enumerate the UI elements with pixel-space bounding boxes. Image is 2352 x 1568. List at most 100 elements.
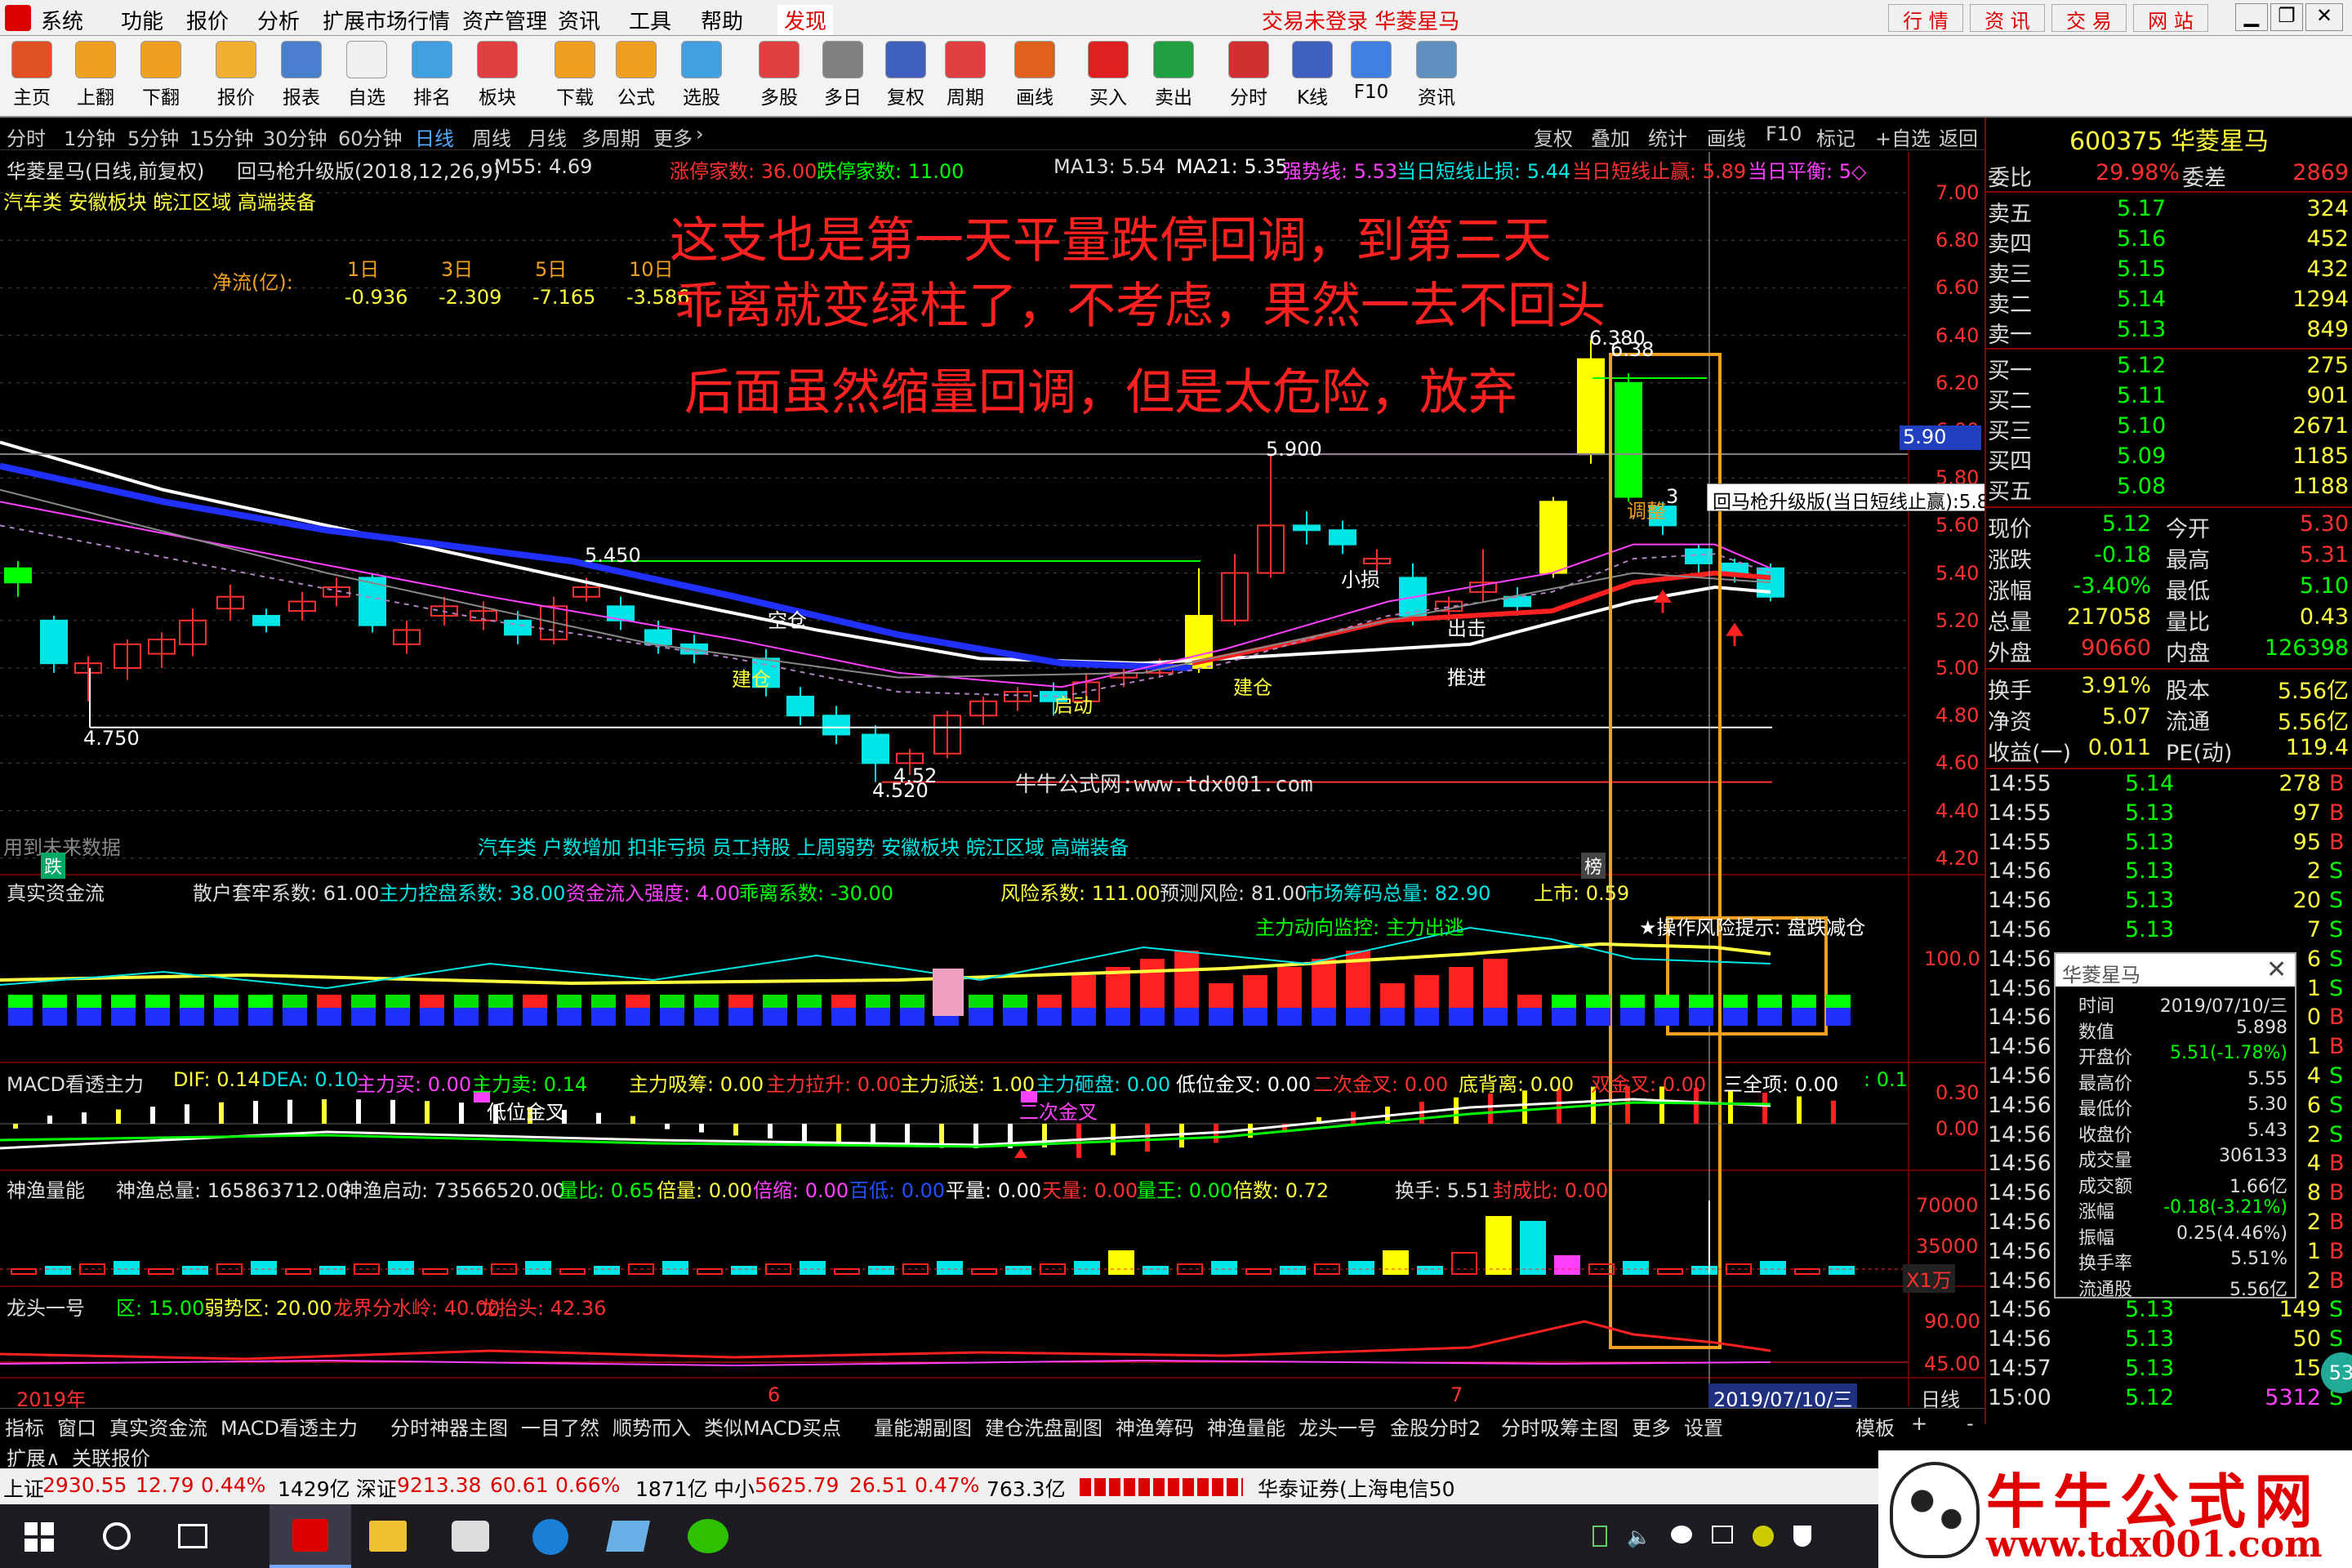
close-button[interactable]: ✕ [2305,3,2343,31]
indicator-tab-3[interactable]: MACD看透主力 [220,1412,358,1441]
window-tab-0[interactable]: 行 情 [1888,4,1963,33]
toolbar-page-up-button[interactable]: 上翻 [65,39,126,114]
period-3[interactable]: 15分钟 [189,122,254,151]
dragon-name[interactable]: 龙头一号 [7,1292,85,1321]
toolbar-sector-button[interactable]: 板块 [467,39,528,114]
chart-tool-5[interactable]: 标记 [1816,122,1855,151]
indicator-tab-9[interactable]: 建仓洗盘副图 [985,1412,1102,1441]
camera-icon[interactable] [452,1521,489,1552]
indicator-tab-0[interactable]: 指标 [5,1412,44,1441]
period-1[interactable]: 1分钟 [64,122,115,151]
period-9[interactable]: 多周期 [581,122,640,151]
tray-plus-icon[interactable] [1752,1526,1774,1547]
stock-app-taskbar-icon[interactable] [270,1504,351,1568]
indicator-tab-7[interactable]: 类似MACD买点 [704,1412,841,1441]
period-8[interactable]: 月线 [528,122,567,151]
template-control-2[interactable]: - [1967,1412,1974,1435]
sell-price[interactable]: 5.14 [2117,287,2166,312]
menu-item-8[interactable]: 帮助 [701,5,743,35]
indicator-tab-12[interactable]: 龙头一号 [1298,1412,1377,1441]
minimize-button[interactable]: ▁ [2235,3,2268,31]
toolbar-watchlist-button[interactable]: 自选 [336,39,397,114]
network-icon[interactable] [1711,1526,1733,1544]
sell-price[interactable]: 5.15 [2117,256,2166,282]
toolbar-buy-button[interactable]: 买入 [1078,39,1138,114]
fund-panel-name[interactable]: 真实资金流 [7,877,105,906]
menu-item-6[interactable]: 资讯 [558,5,600,35]
menu-item-9[interactable]: 发现 [777,5,834,35]
toolbar-home-button[interactable]: 主页 [2,39,62,114]
sell-price[interactable]: 5.13 [2117,317,2166,342]
toolbar-rights-adjust-button[interactable]: 复权 [875,39,936,114]
file-explorer-icon[interactable] [369,1521,407,1552]
period-10[interactable]: 更多 [653,122,693,151]
toolbar-download-button[interactable]: 下载 [545,39,605,114]
chart-tool-3[interactable]: 画线 [1707,122,1746,151]
toolbar-multi-day-button[interactable]: 多日 [813,39,873,114]
chart-tool-6[interactable]: +自选 [1875,122,1931,151]
period-0[interactable]: 分时 [7,122,46,151]
toolbar-sell-button[interactable]: 卖出 [1143,39,1204,114]
edge-browser-icon[interactable] [532,1519,568,1555]
menu-item-0[interactable]: 系统 [41,5,83,35]
period-2[interactable]: 5分钟 [127,122,179,151]
restore-button[interactable]: ❐ [2270,3,2303,31]
toolbar-intraday-button[interactable]: 分时 [1218,39,1279,114]
sell-price[interactable]: 5.16 [2117,226,2166,252]
indicator-tab-14[interactable]: 分时吸筹主图 [1501,1412,1619,1441]
indicator-tab-15[interactable]: 更多 [1632,1412,1671,1441]
search-icon[interactable] [103,1522,131,1550]
volume-icon[interactable]: 🔈 [1627,1526,1651,1550]
shield-icon[interactable] [1793,1526,1811,1547]
toolbar-period-button[interactable]: 周期 [935,39,996,114]
sell-price[interactable]: 5.17 [2117,196,2166,221]
sub-tab-0[interactable]: 扩展∧ [7,1442,60,1471]
period-5[interactable]: 60分钟 [338,122,403,151]
main-chart[interactable] [0,152,1984,1408]
stock-app-icon[interactable] [5,5,31,31]
indicator-tab-11[interactable]: 神渔量能 [1207,1412,1285,1441]
toolbar-news-button[interactable]: 资讯 [1406,39,1467,114]
menu-item-7[interactable]: 工具 [629,5,671,35]
toolbar-quote-button[interactable]: 报价 [206,39,266,114]
toolbar-page-down-button[interactable]: 下翻 [131,39,191,114]
wechat-icon[interactable] [688,1519,728,1553]
windows-start-icon[interactable] [24,1522,54,1552]
buy-price[interactable]: 5.08 [2117,474,2166,499]
indicator-tab-6[interactable]: 顺势而入 [612,1412,691,1441]
toolbar-ranking-button[interactable]: 排名 [402,39,462,114]
buy-price[interactable]: 5.10 [2117,413,2166,439]
template-control-0[interactable]: 模板 [1855,1412,1895,1441]
toolbar-f10-button[interactable]: F10 [1341,39,1401,114]
toolbar-kline-button[interactable]: K线 [1282,39,1343,114]
menu-item-1[interactable]: 功能 [121,5,163,35]
chart-tool-2[interactable]: 统计 [1648,122,1687,151]
chevron-right-icon[interactable]: › [696,122,704,145]
toolbar-stock-picker-button[interactable]: 选股 [671,39,732,114]
chart-tool-0[interactable]: 复权 [1534,122,1573,151]
menu-item-3[interactable]: 分析 [257,5,300,35]
indicator-tab-16[interactable]: 设置 [1684,1412,1723,1441]
buy-price[interactable]: 5.09 [2117,443,2166,469]
battery-icon[interactable] [1592,1526,1607,1547]
macd-name[interactable]: MACD看透主力 [7,1068,144,1097]
sub-tab-1[interactable]: 关联报价 [72,1442,150,1471]
period-7[interactable]: 周线 [472,122,511,151]
toolbar-report-button[interactable]: 报表 [271,39,332,114]
menu-item-5[interactable]: 资产管理 [462,5,547,35]
indicator-tab-2[interactable]: 真实资金流 [109,1412,207,1441]
indicator-tab-8[interactable]: 量能潮副图 [874,1412,972,1441]
toolbar-draw-line-button[interactable]: 画线 [1004,39,1065,114]
window-tab-2[interactable]: 交 易 [2051,4,2127,33]
indicator-tab-10[interactable]: 神渔筹码 [1116,1412,1194,1441]
tablet-app-icon[interactable] [605,1521,651,1552]
tray-icons[interactable]: 🔈 [1592,1526,1838,1550]
wechat-tray-icon[interactable] [1670,1526,1692,1544]
task-view-icon[interactable] [178,1524,207,1548]
indicator-name[interactable]: 回马枪升级版(2018,12,26,9) [237,155,501,184]
buy-price[interactable]: 5.12 [2117,353,2166,378]
toolbar-multi-stock-button[interactable]: 多股 [749,39,809,114]
period-6[interactable]: 日线 [415,122,454,151]
indicator-tab-13[interactable]: 金股分时2 [1390,1412,1481,1441]
window-tab-3[interactable]: 网 站 [2133,4,2208,33]
